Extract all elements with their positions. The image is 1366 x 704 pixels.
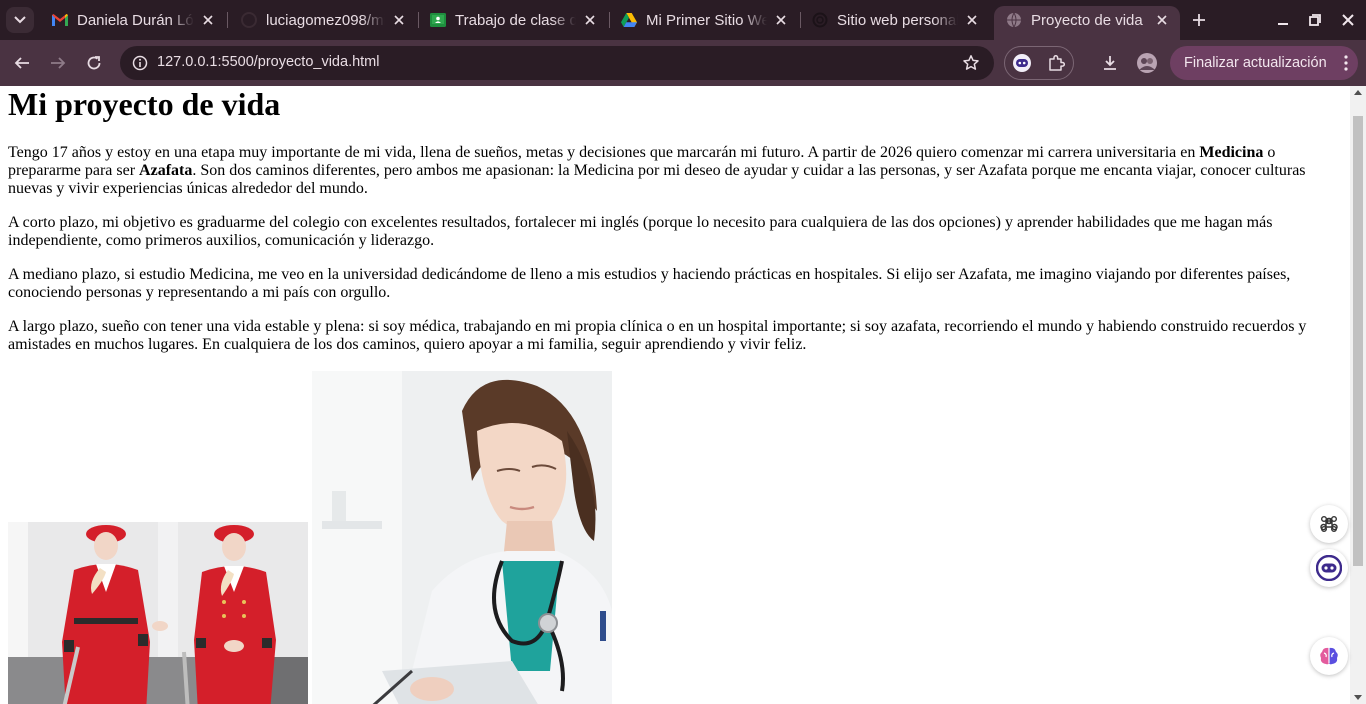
downloads-button[interactable] bbox=[1095, 48, 1125, 78]
tab-search-button[interactable] bbox=[6, 7, 34, 33]
close-window-button[interactable] bbox=[1336, 8, 1360, 32]
paragraph-intro: Tengo 17 años y estoy en una etapa muy i… bbox=[8, 144, 1342, 198]
avatar-icon bbox=[1137, 53, 1157, 73]
tab-title: Mi Primer Sitio Web bbox=[646, 11, 767, 29]
close-tab-icon[interactable] bbox=[582, 12, 598, 28]
url-text[interactable]: 127.0.0.1:5500/proyecto_vida.html bbox=[157, 54, 379, 70]
globe-icon bbox=[1006, 12, 1022, 28]
tab-title: Proyecto de vida bbox=[1031, 11, 1143, 29]
scroll-down-arrow-icon[interactable] bbox=[1354, 695, 1362, 700]
tab-title: luciagomez098/mi bbox=[266, 11, 385, 29]
close-icon bbox=[1342, 14, 1354, 26]
puzzle-extensions-icon[interactable] bbox=[1045, 52, 1067, 74]
extensions-group bbox=[1004, 46, 1074, 80]
finish-update-button[interactable]: Finalizar actualización bbox=[1170, 46, 1358, 80]
address-bar[interactable]: 127.0.0.1:5500/proyecto_vida.html bbox=[120, 46, 994, 80]
arrow-left-icon bbox=[14, 57, 29, 69]
bold-medicina: Medicina bbox=[1199, 144, 1264, 161]
close-tab-icon[interactable] bbox=[964, 12, 980, 28]
reload-button[interactable] bbox=[79, 48, 109, 78]
maximize-button[interactable] bbox=[1303, 8, 1327, 32]
vertical-scrollbar[interactable] bbox=[1350, 86, 1366, 704]
tab-title: Daniela Durán López bbox=[77, 11, 194, 29]
assistant-extension-icon[interactable] bbox=[1011, 52, 1033, 74]
scrollbar-thumb[interactable] bbox=[1353, 116, 1363, 566]
tab-title: Trabajo de clase de bbox=[455, 11, 576, 29]
tab-strip: Daniela Durán López luciagomez098/mi Tra… bbox=[0, 0, 1366, 40]
more-menu-icon bbox=[1344, 55, 1348, 71]
paragraph-text: Tengo 17 años y estoy en una etapa muy i… bbox=[8, 144, 1200, 161]
tab-github[interactable]: luciagomez098/mi bbox=[229, 6, 417, 34]
profile-avatar[interactable] bbox=[1132, 48, 1162, 78]
close-tab-icon[interactable] bbox=[773, 12, 789, 28]
plus-icon bbox=[1193, 14, 1205, 26]
paragraph-text: . Son dos caminos diferentes, pero ambos… bbox=[8, 162, 1306, 197]
paragraph-long-term: A largo plazo, sueño con tener una vida … bbox=[8, 318, 1307, 353]
restore-icon bbox=[1309, 14, 1321, 26]
download-icon bbox=[1104, 56, 1116, 70]
assistant-widget-button[interactable] bbox=[1310, 549, 1348, 587]
ai-brain-widget-button[interactable] bbox=[1310, 637, 1348, 675]
assistant-bot-icon bbox=[1316, 555, 1342, 581]
paragraph-short-term: A corto plazo, mi objetivo es graduarme … bbox=[8, 214, 1273, 249]
scroll-up-arrow-icon[interactable] bbox=[1354, 90, 1362, 95]
close-tab-icon[interactable] bbox=[391, 12, 407, 28]
command-key-icon bbox=[1320, 516, 1338, 532]
paragraph-medium-term: A mediano plazo, si estudio Medicina, me… bbox=[8, 266, 1291, 301]
forward-button[interactable] bbox=[43, 48, 73, 78]
tab-google-drive[interactable]: Mi Primer Sitio Web bbox=[609, 6, 799, 34]
photo-row bbox=[8, 371, 628, 704]
close-tab-icon[interactable] bbox=[200, 12, 216, 28]
gmail-icon bbox=[52, 12, 68, 28]
doctor-photo bbox=[312, 371, 612, 704]
openai-icon bbox=[812, 12, 828, 28]
arrow-right-icon bbox=[51, 57, 66, 69]
minimize-button[interactable] bbox=[1271, 8, 1295, 32]
back-button[interactable] bbox=[7, 48, 37, 78]
chevron-down-icon bbox=[14, 16, 26, 24]
brain-icon bbox=[1320, 647, 1338, 665]
update-button-label: Finalizar actualización bbox=[1184, 55, 1327, 71]
tab-openai[interactable]: Sitio web personal bbox=[800, 6, 990, 34]
site-info-icon[interactable] bbox=[128, 51, 152, 75]
command-shortcut-button[interactable] bbox=[1310, 505, 1348, 543]
google-drive-icon bbox=[621, 12, 637, 28]
bookmark-star-icon[interactable] bbox=[960, 52, 982, 74]
tab-divider bbox=[227, 12, 228, 28]
classroom-icon bbox=[430, 12, 446, 28]
close-tab-icon[interactable] bbox=[1154, 12, 1170, 28]
tab-proyecto-de-vida[interactable]: Proyecto de vida bbox=[994, 6, 1180, 40]
reload-icon bbox=[87, 56, 101, 70]
tab-title: Sitio web personal bbox=[837, 11, 958, 29]
page-viewport: Mi proyecto de vida Tengo 17 años y esto… bbox=[0, 86, 1350, 704]
minimize-icon bbox=[1278, 23, 1288, 25]
page-title: Mi proyecto de vida bbox=[8, 86, 281, 122]
new-tab-button[interactable] bbox=[1188, 8, 1210, 32]
page-content: Mi proyecto de vida Tengo 17 años y esto… bbox=[8, 86, 1342, 704]
tab-gmail[interactable]: Daniela Durán López bbox=[40, 6, 226, 34]
browser-toolbar: 127.0.0.1:5500/proyecto_vida.html Finali… bbox=[0, 40, 1366, 86]
bold-azafata: Azafata bbox=[139, 162, 193, 179]
github-icon bbox=[241, 12, 257, 28]
tab-classroom[interactable]: Trabajo de clase de bbox=[418, 6, 608, 34]
flight-attendants-photo bbox=[8, 522, 308, 704]
